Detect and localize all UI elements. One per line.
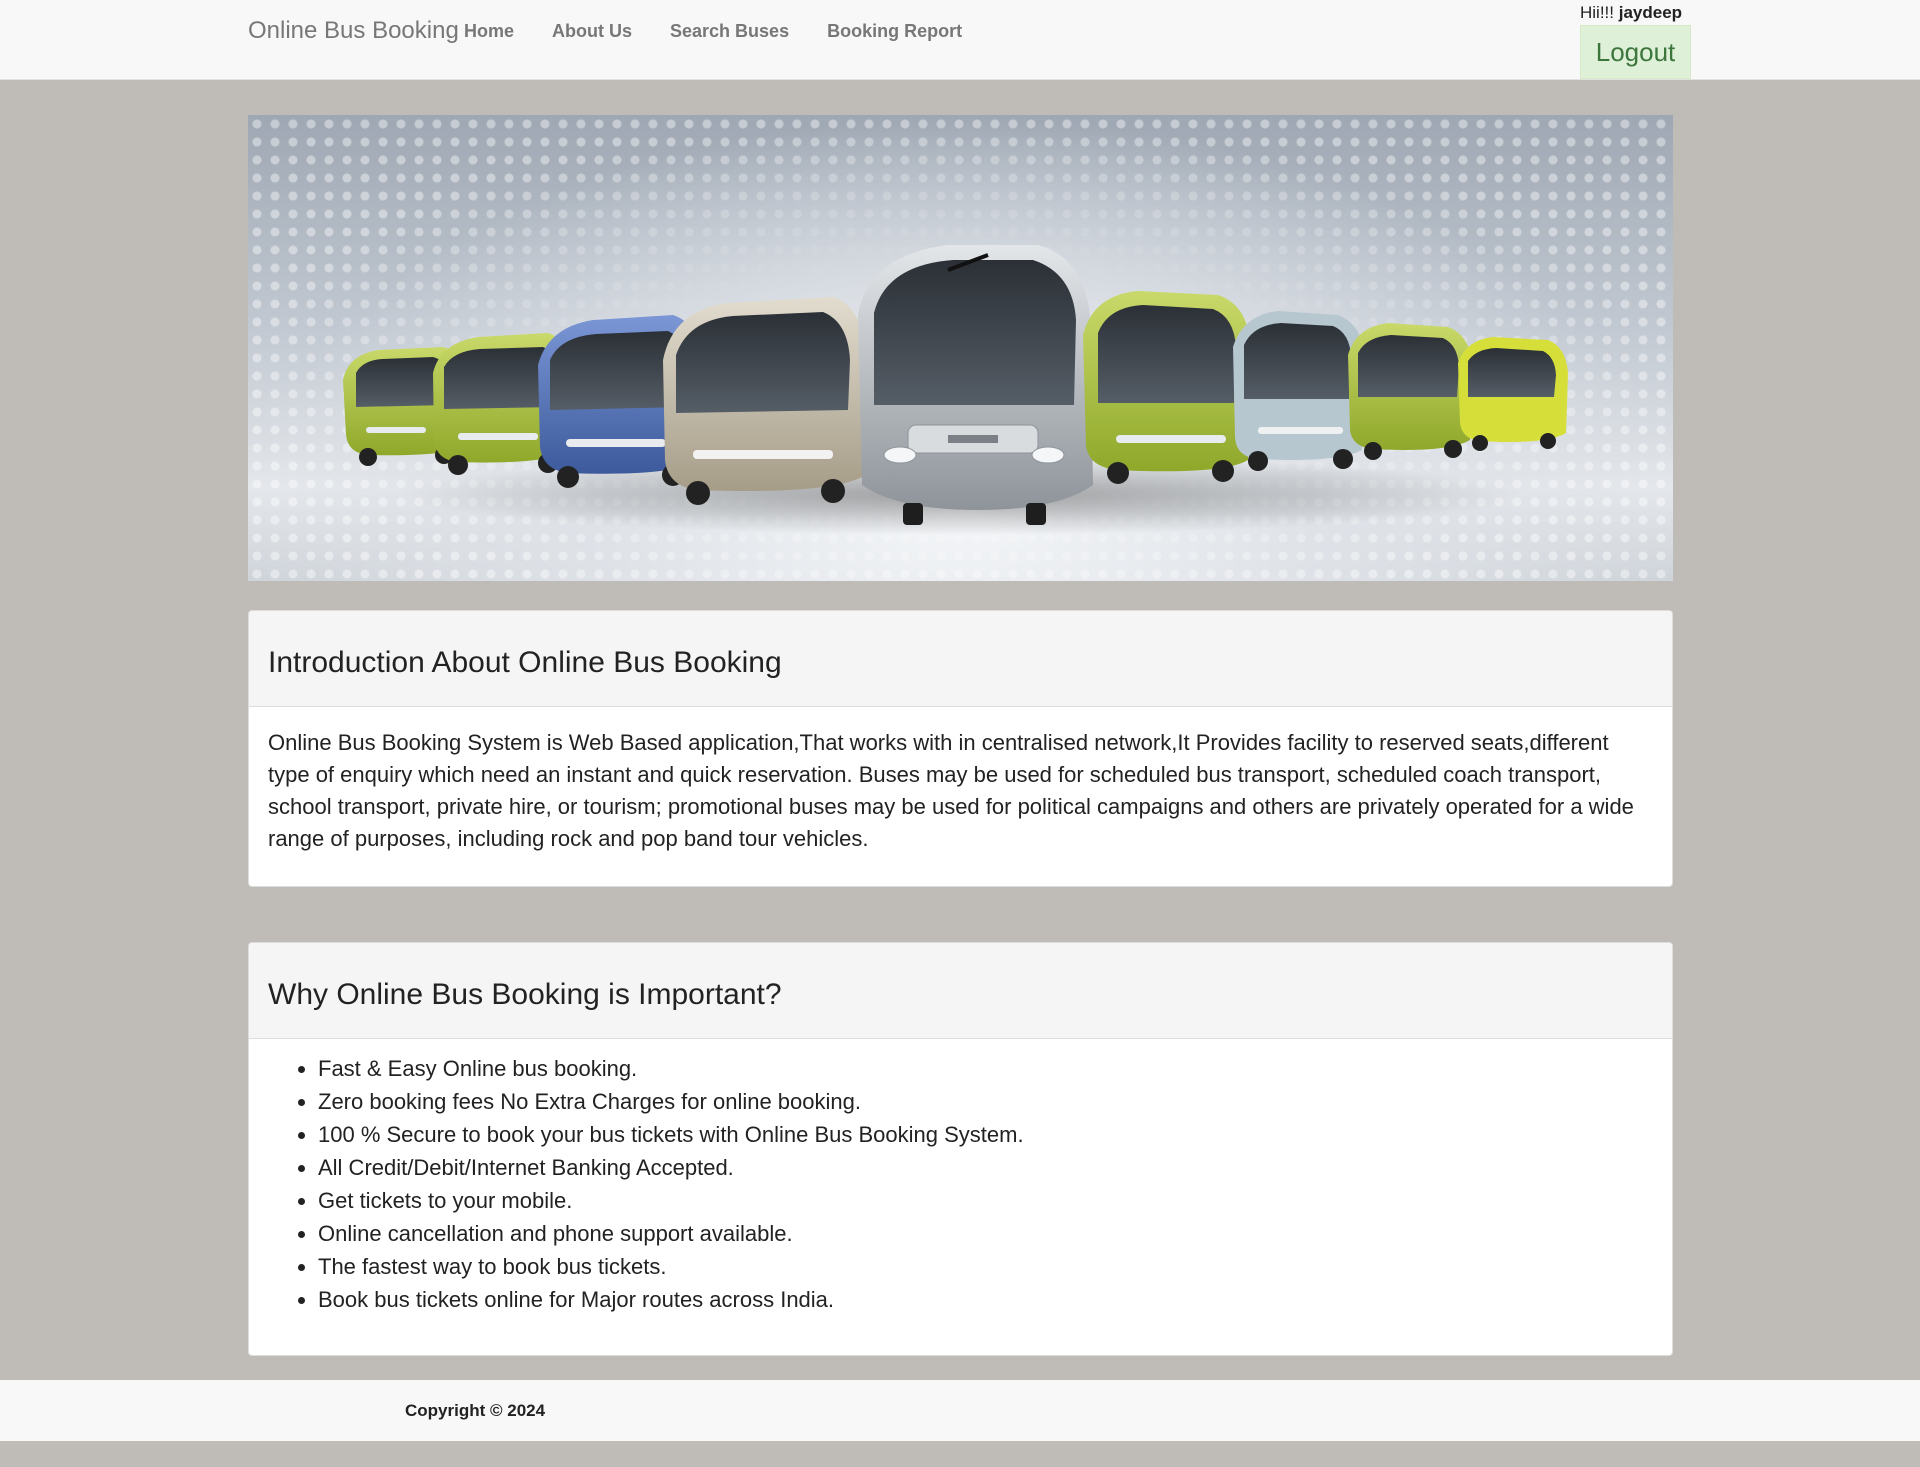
user-greeting: Hii!!! jaydeep [1580, 3, 1682, 23]
bus-fleet-illustration [343, 245, 1568, 535]
top-navbar: Online Bus Booking Home About Us Search … [0, 0, 1920, 80]
bus-lime-3 [1083, 291, 1250, 484]
intro-panel-body: Online Bus Booking System is Web Based a… [249, 707, 1672, 875]
list-item: Online cancellation and phone support av… [318, 1217, 1653, 1250]
brand-link[interactable]: Online Bus Booking [248, 17, 459, 45]
list-item: The fastest way to book bus tickets. [318, 1250, 1653, 1283]
intro-text: Online Bus Booking System is Web Based a… [268, 730, 1634, 851]
list-item: Fast & Easy Online bus booking. [318, 1052, 1653, 1085]
nav-item-report: Booking Report [827, 20, 962, 42]
hero-banner-image [248, 115, 1673, 581]
bus-silver-center [858, 245, 1093, 525]
username: jaydeep [1618, 3, 1683, 22]
intro-panel: Introduction About Online Bus Booking On… [248, 610, 1673, 887]
list-item: All Credit/Debit/Internet Banking Accept… [318, 1151, 1653, 1184]
nav-item-about: About Us [552, 20, 632, 42]
page-footer: Copyright © 2024 [0, 1380, 1920, 1441]
nav-link-booking-report[interactable]: Booking Report [827, 21, 962, 41]
list-item: Book bus tickets online for Major routes… [318, 1283, 1653, 1316]
intro-panel-heading: Introduction About Online Bus Booking [249, 611, 1672, 707]
greeting-prefix: Hii!!! [1580, 3, 1614, 22]
why-panel-heading: Why Online Bus Booking is Important? [249, 943, 1672, 1039]
nav-item-home: Home [464, 20, 514, 42]
bus-light-blue [1233, 311, 1364, 471]
nav-link-home[interactable]: Home [464, 21, 514, 41]
bus-yellow [1458, 337, 1568, 451]
intro-title: Introduction About Online Bus Booking [268, 646, 782, 679]
why-panel: Why Online Bus Booking is Important? Fas… [248, 942, 1673, 1356]
bus-beige-coach [663, 297, 866, 505]
why-panel-body: Fast & Easy Online bus booking. Zero boo… [249, 1039, 1672, 1336]
copyright-text: Copyright © 2024 [405, 1401, 546, 1420]
nav-link-search-buses[interactable]: Search Buses [670, 21, 789, 41]
nav-item-search: Search Buses [670, 20, 789, 42]
bus-lime-4 [1348, 323, 1472, 460]
list-item: Get tickets to your mobile. [318, 1184, 1653, 1217]
nav-menu: Home About Us Search Buses Booking Repor… [464, 20, 1000, 42]
logout-button[interactable]: Logout [1580, 25, 1691, 79]
benefits-list: Fast & Easy Online bus booking. Zero boo… [268, 1052, 1653, 1316]
nav-link-about-us[interactable]: About Us [552, 21, 632, 41]
list-item: Zero booking fees No Extra Charges for o… [318, 1085, 1653, 1118]
why-title: Why Online Bus Booking is Important? [268, 978, 782, 1011]
list-item: 100 % Secure to book your bus tickets wi… [318, 1118, 1653, 1151]
